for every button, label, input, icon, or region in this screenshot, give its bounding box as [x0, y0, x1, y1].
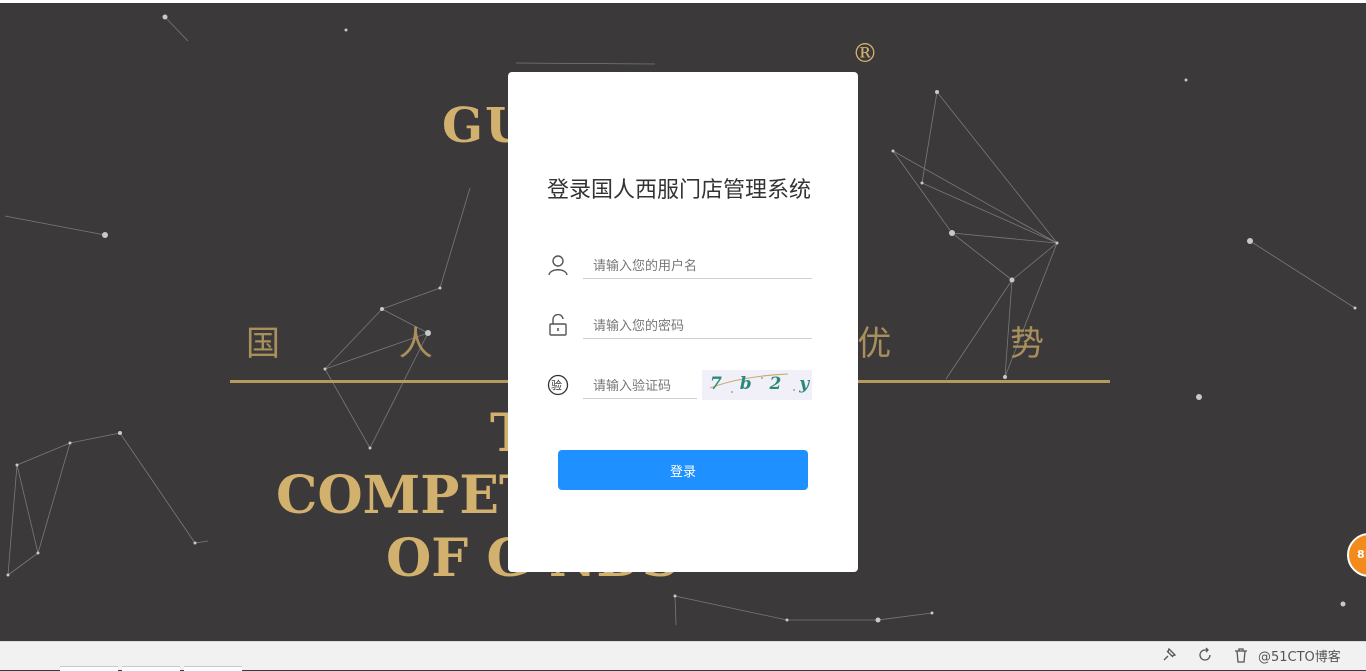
user-icon — [547, 254, 569, 276]
captcha-field[interactable] — [583, 374, 697, 399]
trash-icon[interactable] — [1232, 646, 1250, 664]
captcha-input[interactable] — [583, 374, 697, 398]
username-input[interactable] — [583, 254, 812, 278]
login-button[interactable]: 登录 — [558, 450, 808, 490]
username-field[interactable] — [583, 254, 812, 279]
pin-icon[interactable] — [1160, 646, 1178, 664]
captcha-image[interactable]: 7 b 2 y — [702, 370, 812, 400]
captcha-icon-char: 验 — [551, 379, 562, 392]
bottom-toolbar: @51CTO博客 — [0, 641, 1366, 671]
watermark-text: @51CTO博客 — [1258, 650, 1341, 665]
captcha-text: 7 b 2 y — [710, 374, 812, 394]
password-input[interactable] — [583, 314, 812, 338]
login-title: 登录国人西服门店管理系统 — [547, 178, 812, 203]
lock-icon — [547, 313, 569, 336]
brand-registered-mark: ® — [852, 39, 878, 69]
refresh-icon[interactable] — [1196, 646, 1214, 664]
captcha-icon: 验 — [547, 374, 569, 396]
password-field[interactable] — [583, 314, 812, 339]
login-card: 登录国人西服门店管理系统 验 7 b 2 y 登录 — [508, 72, 858, 572]
